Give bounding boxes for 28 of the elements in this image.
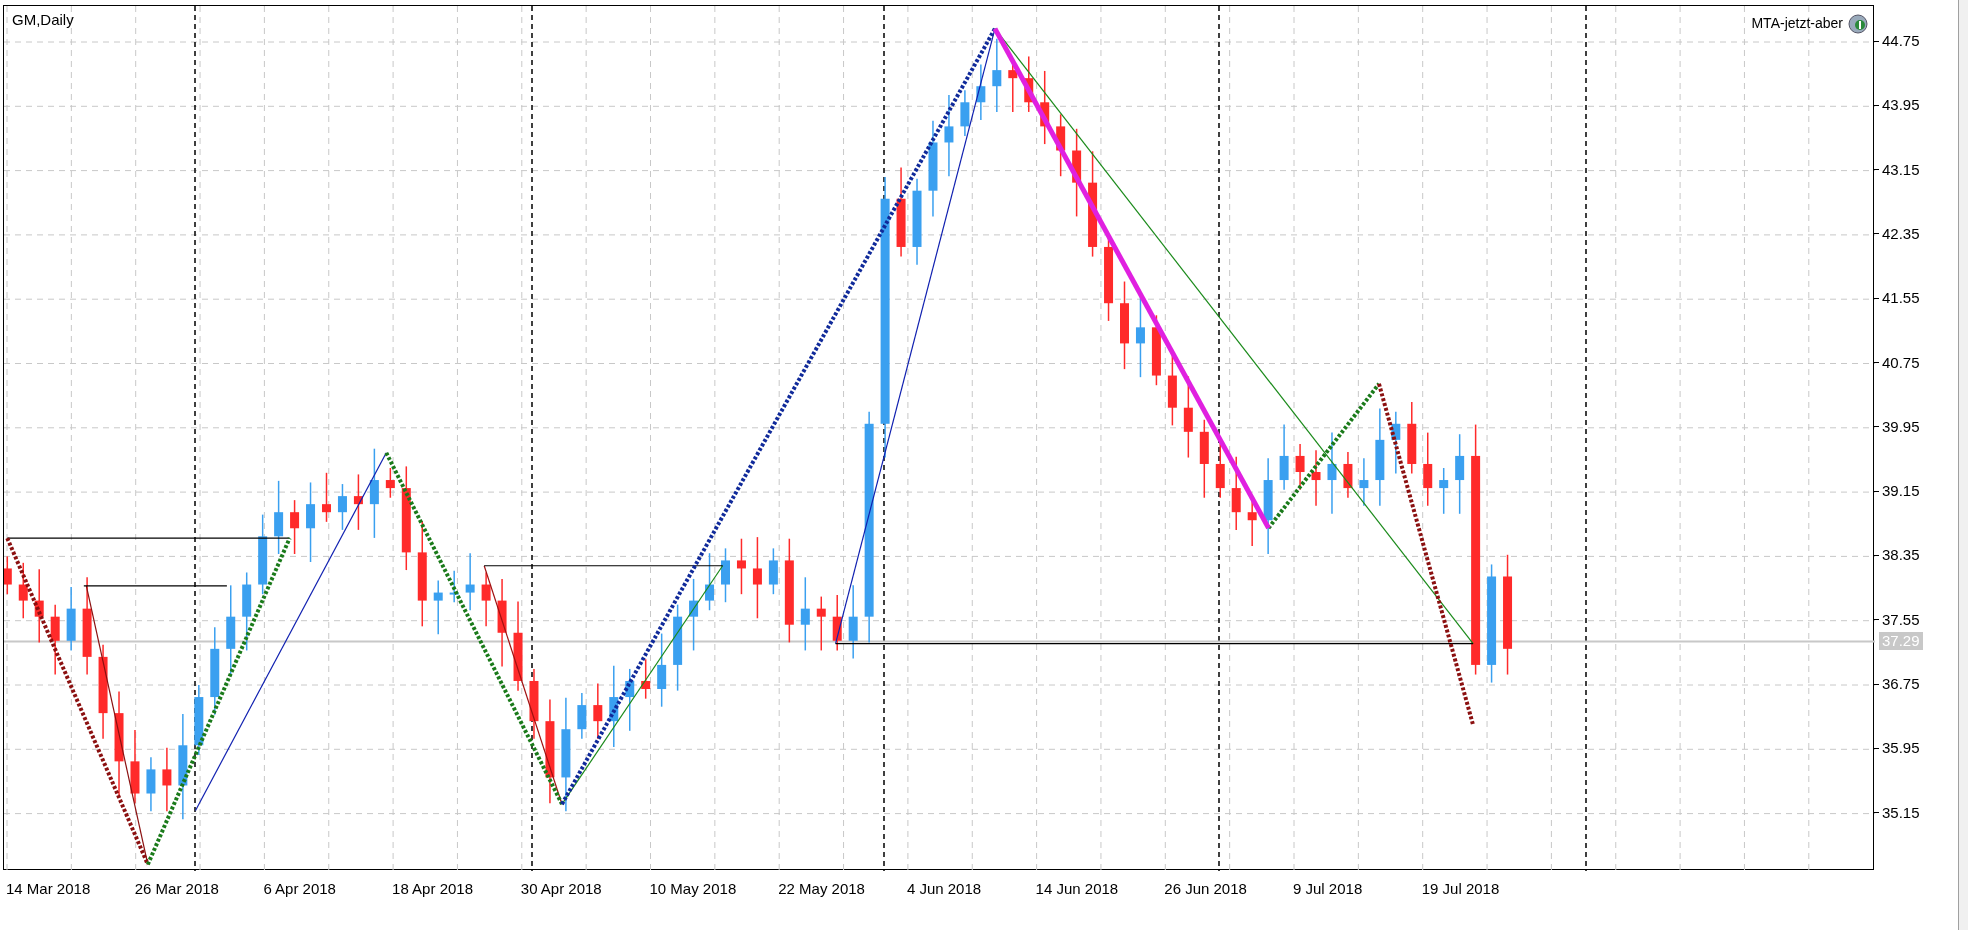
date-label: 10 May 2018 bbox=[649, 879, 737, 899]
indicator-label: MTA-jetzt-aber bbox=[1751, 13, 1843, 33]
price-label: 35.15 bbox=[1882, 803, 1920, 822]
price-label: 44.75 bbox=[1882, 32, 1920, 50]
price-label: 36.75 bbox=[1882, 675, 1920, 693]
date-label: 6 Apr 2018 bbox=[263, 879, 336, 899]
price-label: 39.15 bbox=[1882, 482, 1920, 501]
price-label: 40.75 bbox=[1882, 353, 1920, 372]
date-label: 14 Jun 2018 bbox=[1035, 879, 1119, 899]
date-label: 26 Jun 2018 bbox=[1164, 879, 1247, 899]
price-label: 41.55 bbox=[1882, 289, 1920, 308]
date-label: 19 Jul 2018 bbox=[1421, 879, 1500, 899]
date-label: 14 Mar 2018 bbox=[6, 879, 91, 899]
price-label: 35.95 bbox=[1882, 739, 1920, 758]
price-label: 43.15 bbox=[1882, 160, 1920, 179]
indicator-icon bbox=[1847, 12, 1869, 34]
date-label: 18 Apr 2018 bbox=[392, 879, 473, 899]
price-label: 43.95 bbox=[1882, 96, 1920, 115]
chart-title: GM,Daily bbox=[12, 10, 74, 30]
date-label: 30 Apr 2018 bbox=[520, 879, 602, 899]
date-label: 26 Mar 2018 bbox=[134, 879, 219, 899]
date-label: 4 Jun 2018 bbox=[906, 879, 982, 899]
price-label: 37.55 bbox=[1882, 610, 1920, 629]
date-label: 22 May 2018 bbox=[778, 879, 865, 899]
price-label: 39.95 bbox=[1882, 417, 1920, 436]
price-label: 38.35 bbox=[1882, 546, 1920, 565]
date-label: 9 Jul 2018 bbox=[1293, 879, 1363, 899]
price-label: 42.35 bbox=[1882, 224, 1920, 243]
